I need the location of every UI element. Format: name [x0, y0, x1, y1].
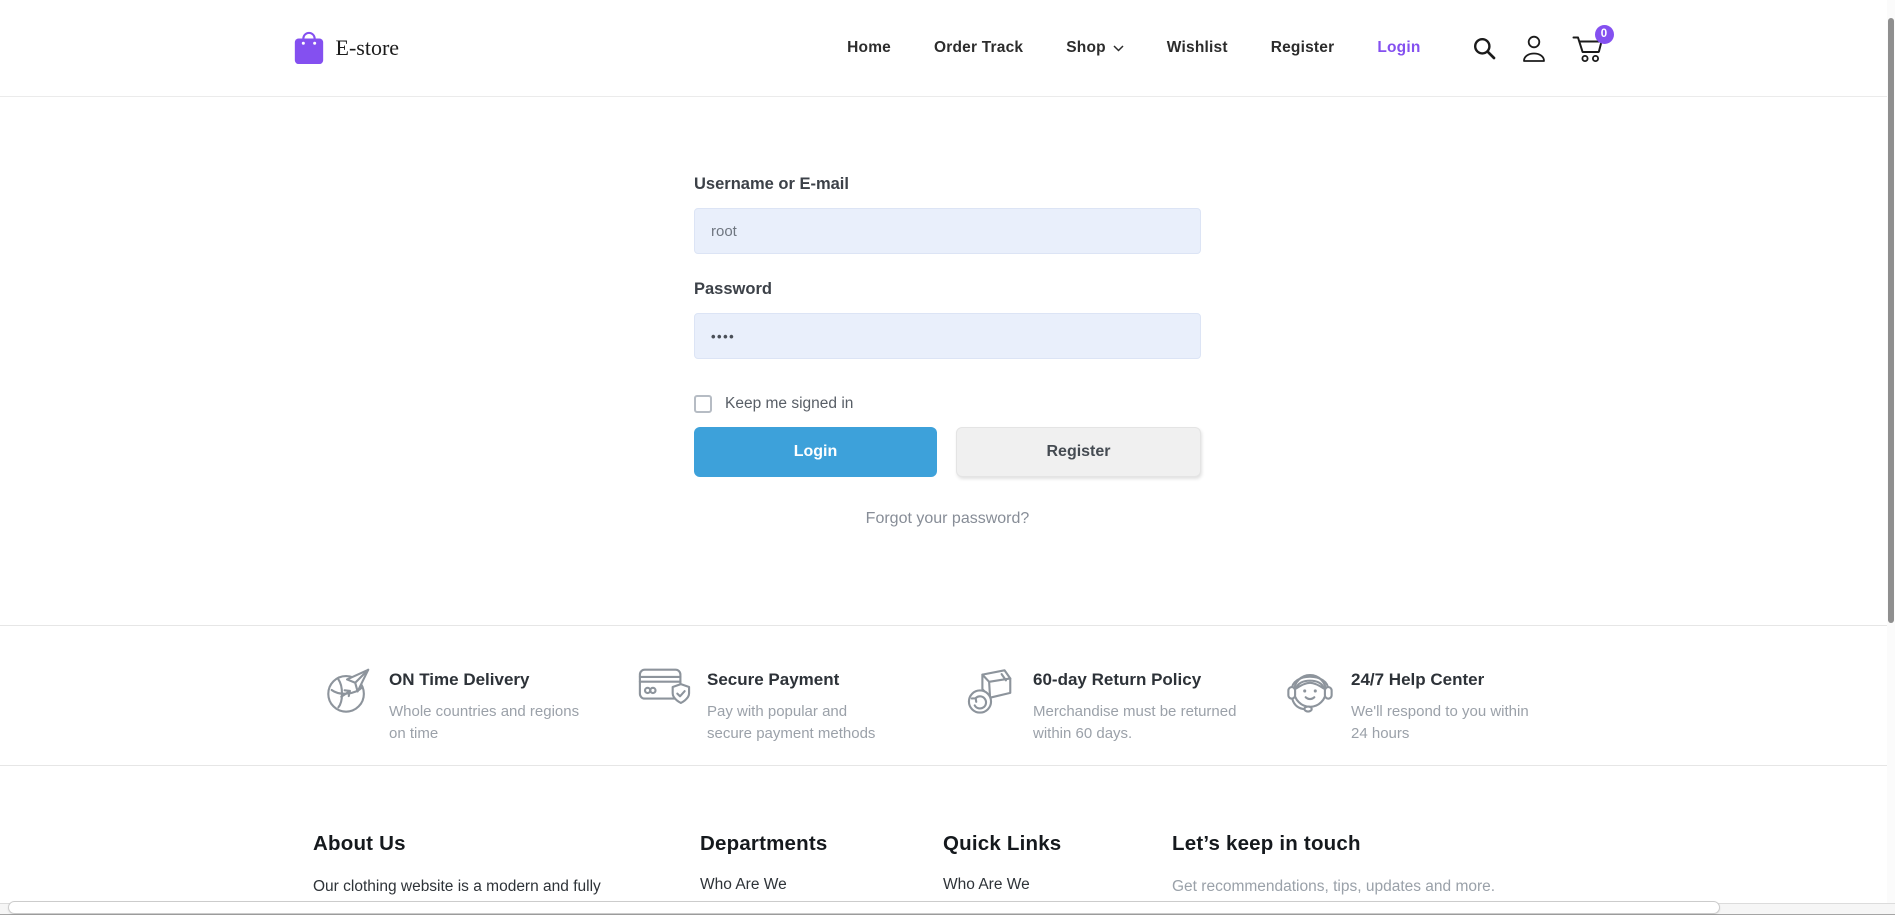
headset-icon: [1285, 664, 1335, 716]
header-icon-group: 0: [1473, 34, 1604, 63]
login-button[interactable]: Login: [694, 427, 937, 477]
remember-row: Keep me signed in: [694, 395, 1201, 413]
brand-logo[interactable]: E-store: [292, 28, 400, 68]
footer-link-who-are-we[interactable]: Who Are We: [943, 876, 1061, 894]
main-nav: Home Order Track Shop Wishlist Register …: [847, 39, 1420, 57]
footer-heading-about: About Us: [313, 832, 633, 856]
horizontal-scrollbar-track[interactable]: [0, 903, 1895, 915]
register-button[interactable]: Register: [956, 427, 1201, 477]
forgot-password-link[interactable]: Forgot your password?: [866, 510, 1030, 527]
password-input[interactable]: [694, 313, 1201, 359]
box-return-icon: [967, 664, 1017, 716]
password-label: Password: [694, 280, 1201, 299]
footer-heading-quick-links: Quick Links: [943, 832, 1061, 856]
feature-title: Secure Payment: [707, 670, 893, 690]
user-icon[interactable]: [1521, 34, 1547, 62]
feature-description: We'll respond to you within 24 hours: [1351, 701, 1547, 744]
feature-description: Whole countries and regions on time: [389, 701, 589, 744]
feature-title: 60-day Return Policy: [1033, 670, 1241, 690]
cart-count-badge: 0: [1595, 25, 1614, 44]
feature-secure-payment: Secure Payment Pay with popular and secu…: [637, 664, 893, 744]
feature-description: Merchandise must be returned within 60 d…: [1033, 701, 1241, 744]
feature-description: Pay with popular and secure payment meth…: [707, 701, 893, 744]
feature-on-time-delivery: ON Time Delivery Whole countries and reg…: [323, 664, 589, 744]
nav-shop-label: Shop: [1066, 39, 1106, 57]
feature-title: 24/7 Help Center: [1351, 670, 1547, 690]
nav-item-order-track[interactable]: Order Track: [934, 39, 1023, 57]
keep-signed-in-checkbox[interactable]: [694, 395, 712, 413]
username-label: Username or E-mail: [694, 175, 1201, 194]
card-shield-icon: [637, 664, 691, 712]
footer-keep-in-touch-column: Let’s keep in touch Get recommendations,…: [1172, 832, 1542, 898]
feature-help-center: 24/7 Help Center We'll respond to you wi…: [1285, 664, 1547, 744]
username-input[interactable]: [694, 208, 1201, 254]
footer-keep-in-touch-text: Get recommendations, tips, updates and m…: [1172, 876, 1542, 898]
brand-name: E-store: [336, 35, 400, 61]
footer-departments-column: Departments Who Are We: [700, 832, 828, 894]
search-icon[interactable]: [1473, 37, 1496, 60]
footer-heading-departments: Departments: [700, 832, 828, 856]
footer-about-text: Our clothing website is a modern and ful…: [313, 876, 633, 898]
nav-item-home[interactable]: Home: [847, 39, 891, 57]
footer: About Us Our clothing website is a moder…: [0, 766, 1895, 903]
feature-title: ON Time Delivery: [389, 670, 589, 690]
keep-signed-in-label: Keep me signed in: [725, 395, 853, 413]
login-form: Username or E-mail Password Keep me sign…: [694, 175, 1201, 528]
nav-item-register[interactable]: Register: [1271, 39, 1335, 57]
feature-return-policy: 60-day Return Policy Merchandise must be…: [967, 664, 1241, 744]
cart-icon[interactable]: 0: [1572, 34, 1604, 63]
nav-item-wishlist[interactable]: Wishlist: [1167, 39, 1228, 57]
page-container: E-store Home Order Track Shop Wishlist R…: [0, 0, 1895, 903]
login-section: Username or E-mail Password Keep me sign…: [0, 97, 1895, 625]
footer-link-who-are-we[interactable]: Who Are We: [700, 876, 828, 894]
vertical-scrollbar-thumb[interactable]: [1888, 18, 1894, 623]
features-strip: ON Time Delivery Whole countries and reg…: [0, 625, 1895, 766]
footer-quick-links-column: Quick Links Who Are We: [943, 832, 1061, 894]
globe-plane-icon: [323, 664, 373, 716]
footer-about-column: About Us Our clothing website is a moder…: [313, 832, 633, 898]
nav-item-shop[interactable]: Shop: [1066, 39, 1124, 57]
vertical-scrollbar-track[interactable]: [1887, 0, 1895, 903]
header: E-store Home Order Track Shop Wishlist R…: [0, 0, 1895, 97]
nav-item-login[interactable]: Login: [1377, 39, 1420, 57]
chevron-down-icon: [1113, 45, 1124, 52]
shopping-bag-icon: [292, 28, 326, 68]
horizontal-scrollbar-thumb[interactable]: [8, 901, 1720, 914]
footer-heading-keep-in-touch: Let’s keep in touch: [1172, 832, 1542, 856]
